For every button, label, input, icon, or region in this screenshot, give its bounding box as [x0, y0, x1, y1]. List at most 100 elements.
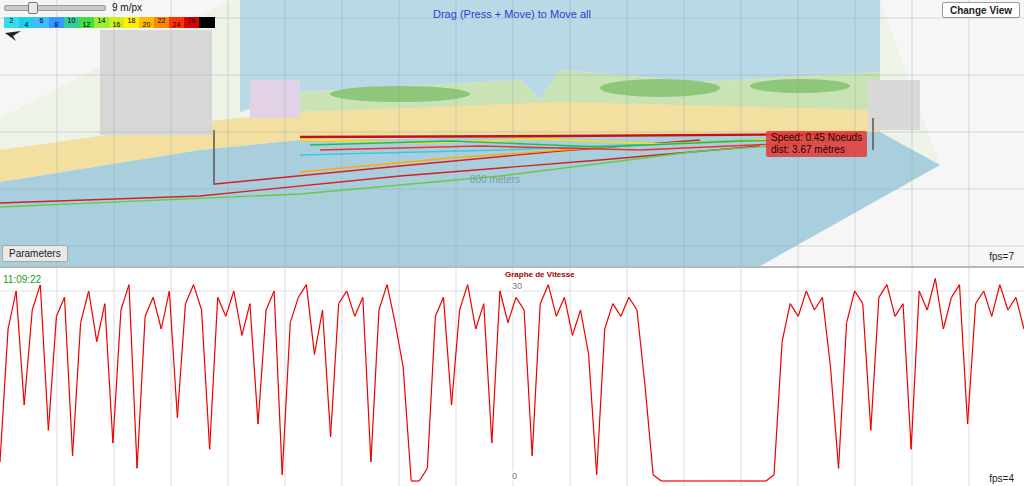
speed-segment: [500, 291, 508, 323]
app: 9 m/px2468101214161820222426Drag (Press …: [0, 0, 1024, 486]
track-tooltip: Speed: 0.45 Noeudsdist: 3.67 mètres: [766, 131, 867, 157]
lagoon: [240, 0, 880, 112]
legend-cell: 20: [139, 17, 154, 28]
gps-tracks: [0, 134, 860, 207]
scale-slider[interactable]: [4, 5, 106, 11]
speed-segment: [185, 285, 193, 304]
speed-segment: [605, 304, 613, 329]
speed-segment: [572, 310, 580, 335]
speed-segment: [984, 291, 992, 316]
legend-cell: 2: [4, 17, 19, 28]
speed-segment: [992, 285, 1000, 317]
speed-segment: [645, 386, 653, 475]
speed-segment: [226, 291, 234, 316]
speed-segment: [331, 304, 339, 437]
speed-segment: [911, 291, 919, 449]
map-panel[interactable]: 9 m/px2468101214161820222426Drag (Press …: [0, 0, 1024, 268]
legend-cell: 26: [184, 17, 199, 28]
speed-segment: [798, 291, 806, 316]
speed-segment: [548, 285, 556, 317]
speed-segment: [871, 297, 879, 430]
speed-segment: [927, 278, 935, 310]
speed-segment: [758, 480, 766, 481]
speed-segment: [387, 285, 395, 323]
speed-segment: [774, 342, 782, 475]
speed-segment: [468, 285, 476, 329]
map-canvas[interactable]: [0, 0, 1024, 266]
speed-segment: [234, 291, 242, 335]
legend-cell: 12: [79, 17, 94, 28]
speed-segment: [516, 297, 524, 310]
speed-segment: [1016, 297, 1024, 329]
speed-segment: [161, 291, 169, 329]
speed-segment: [153, 297, 161, 329]
speed-segment: [718, 480, 726, 481]
speed-segment: [806, 291, 814, 310]
change-view-button[interactable]: Change View: [942, 2, 1020, 18]
speed-segment: [0, 329, 8, 462]
speed-segment: [250, 304, 258, 424]
speed-segment: [274, 291, 282, 475]
speed-segment: [839, 323, 847, 469]
speed-segment: [266, 291, 274, 310]
jetty: [213, 130, 215, 185]
speed-segment: [411, 480, 419, 481]
fps-label: fps=7: [989, 251, 1014, 262]
map-area: [0, 0, 940, 266]
speed-segment: [790, 304, 798, 317]
speed-segment: [452, 310, 460, 405]
speed-segment: [194, 285, 202, 310]
speed-segment: [306, 285, 314, 355]
parameters-button[interactable]: Parameters: [2, 245, 68, 262]
speed-segment: [363, 297, 371, 462]
town: [100, 30, 212, 135]
speed-segment: [968, 304, 976, 424]
slider-knob[interactable]: [28, 2, 38, 14]
legend-cell: 6: [34, 17, 49, 28]
speed-segment: [589, 354, 597, 474]
speed-segment: [419, 468, 427, 481]
legend-tail: [199, 17, 215, 28]
speed-segment: [105, 304, 113, 443]
legend-cell: 8: [49, 17, 64, 28]
speed-segment: [355, 297, 363, 316]
speed-segment: [202, 310, 210, 449]
north-arrow-icon: [4, 30, 22, 42]
speed-segment: [766, 475, 774, 481]
vegetation: [750, 79, 850, 93]
speed-segment: [129, 285, 137, 469]
speed-segment: [830, 367, 838, 468]
speed-segment: [653, 475, 661, 481]
speed-segment: [855, 291, 863, 304]
speed-segment: [508, 297, 516, 322]
speed-segment: [814, 297, 822, 310]
speed-segment: [879, 285, 887, 298]
axis-tick: 0: [512, 471, 517, 481]
time-label: 11:09:22: [3, 274, 41, 285]
speed-segment: [290, 297, 298, 322]
speed-segment: [524, 310, 532, 456]
fps-label: fps=4: [989, 473, 1014, 484]
legend-cell: 14: [94, 17, 109, 28]
speed-segment: [73, 323, 81, 456]
speed-segment: [282, 323, 290, 475]
speed-segment: [701, 480, 709, 481]
speed-segment: [782, 304, 790, 342]
speed-segment: [887, 285, 895, 317]
speed-segment: [16, 291, 24, 405]
scale-label: 9 m/px: [112, 2, 142, 14]
chart-panel[interactable]: 11:09:22Graphe de Vitesse300fps=4: [0, 268, 1024, 486]
speed-segment: [895, 304, 903, 317]
speed-segment: [863, 304, 871, 431]
speed-segment: [210, 297, 218, 449]
speed-segment: [371, 310, 379, 462]
speed-segment: [621, 297, 629, 316]
speed-segment: [822, 297, 830, 367]
legend-cell: 16: [109, 17, 124, 28]
drag-hint: Drag (Press + Move) to Move all: [433, 8, 591, 20]
legend-cell: 4: [19, 17, 34, 28]
speed-segment: [32, 285, 40, 310]
speed-segment: [40, 285, 48, 431]
speed-segment: [903, 304, 911, 450]
distance-label: 800 meters: [470, 174, 520, 185]
